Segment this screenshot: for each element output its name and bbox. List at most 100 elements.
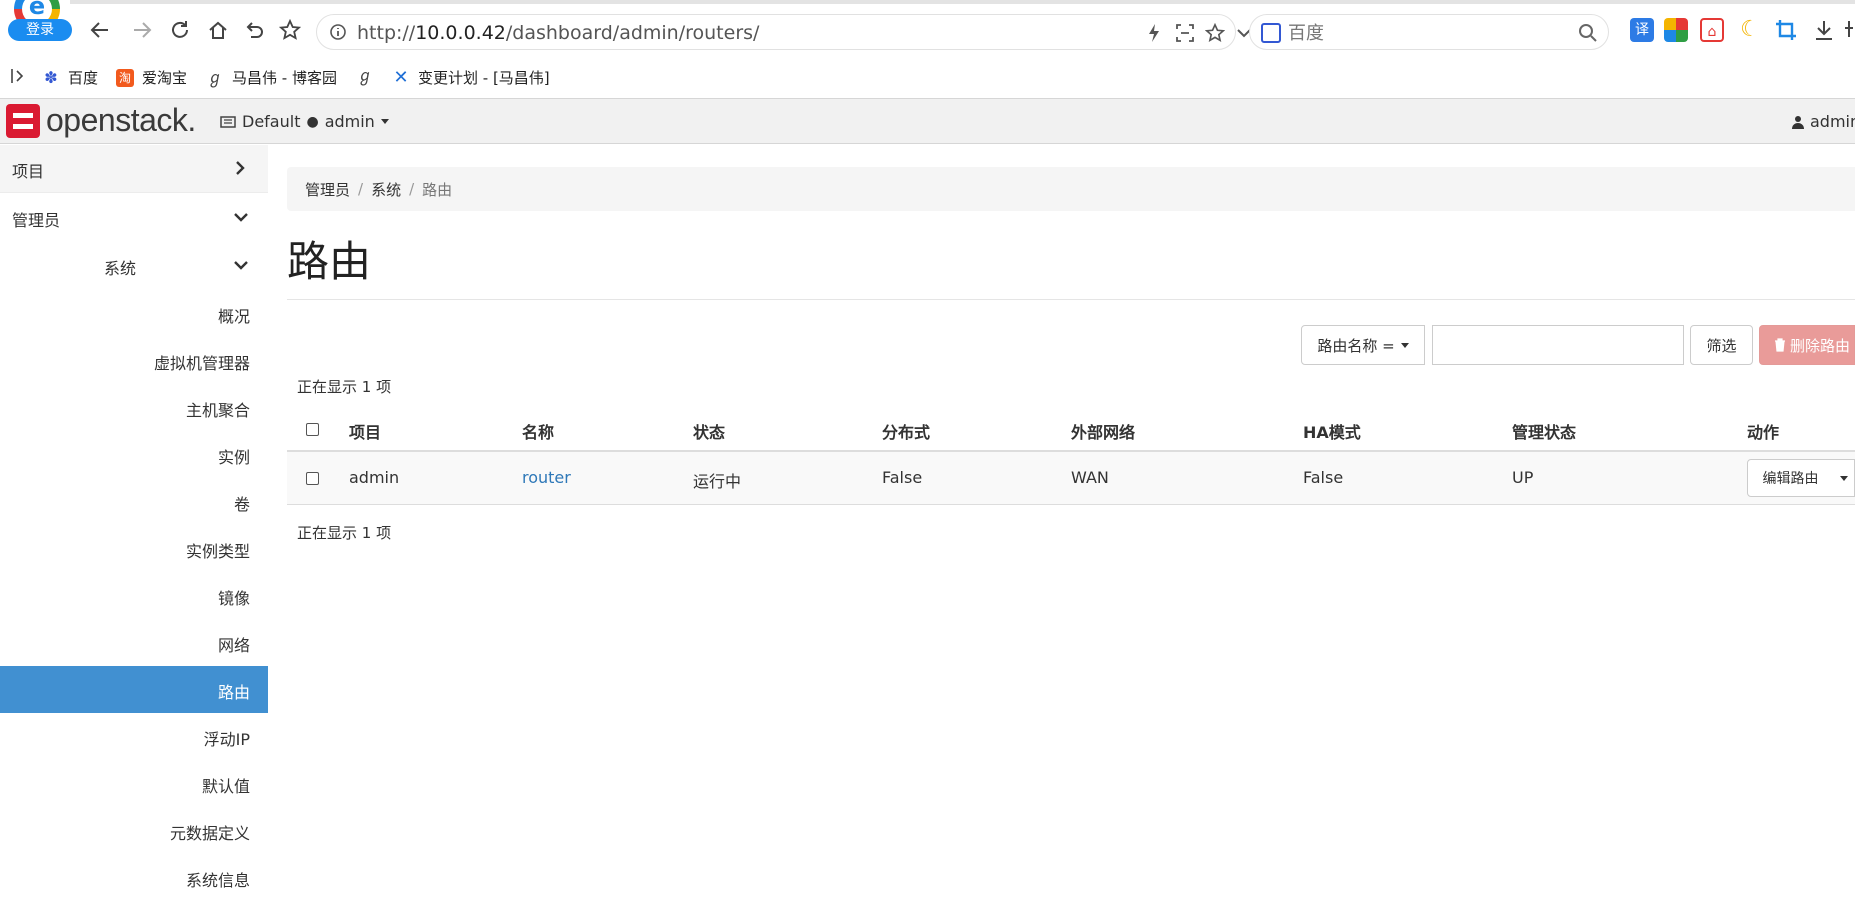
more-glyph (1845, 21, 1853, 37)
download-icon[interactable] (1812, 18, 1836, 42)
sidebar-label: 实例类型 (185, 542, 250, 561)
browser-toolbar: e 登录 http://10.0.0.42/dashboard/admin/ro… (0, 0, 1855, 54)
column-header-admin-state[interactable]: 管理状态 (1512, 419, 1576, 443)
forward-arrow-icon (134, 22, 152, 38)
domain-name: Default (242, 112, 301, 131)
sidebar-label: 卷 (233, 495, 250, 514)
confluence-icon: ✕ (392, 66, 410, 88)
sidebar-item-system[interactable]: 系统 (0, 242, 268, 290)
breadcrumb-item-current: 路由 (422, 180, 453, 199)
sidebar-label: 网络 (217, 636, 250, 655)
sidebar-item-images[interactable]: 镜像 (0, 572, 268, 619)
sidebar-item-instances[interactable]: 实例 (0, 431, 268, 478)
more-menu-icon[interactable] (1844, 18, 1855, 42)
home-button[interactable] (204, 16, 232, 44)
sidebar-item-admin[interactable]: 管理员 (0, 194, 268, 242)
login-button[interactable]: 登录 (8, 19, 72, 41)
delete-routers-button[interactable]: 删除路由 (1759, 325, 1855, 365)
crop-glyph (1776, 20, 1796, 40)
project-selector[interactable]: Default ● admin (220, 112, 389, 131)
forward-button[interactable] (128, 16, 156, 44)
sidebar-toggle[interactable] (10, 67, 26, 85)
user-icon (1792, 115, 1804, 129)
bookmark-taobao[interactable]: 淘 爱淘宝 (116, 67, 187, 88)
cell-router-name-link[interactable]: router (522, 468, 571, 487)
undo-icon (246, 22, 263, 38)
delete-label: 删除路由 (1790, 336, 1851, 355)
sidebar-item-flavors[interactable]: 实例类型 (0, 525, 268, 572)
reload-button[interactable] (166, 16, 194, 44)
night-mode-icon[interactable]: ☾ (1738, 18, 1762, 42)
cell-ha-mode: False (1303, 468, 1344, 487)
sidebar-item-system-info[interactable]: 系统信息 (0, 854, 268, 901)
breadcrumb-item-admin[interactable]: 管理员 (305, 179, 350, 200)
apps-grid-icon[interactable] (1664, 18, 1688, 42)
url-protocol: http:// (357, 22, 416, 44)
user-menu[interactable]: admin (1792, 112, 1855, 131)
home-icon (209, 21, 227, 39)
lightning-icon[interactable] (1145, 23, 1163, 43)
column-header-ha-mode[interactable]: HA模式 (1303, 419, 1361, 443)
breadcrumb-item-system[interactable]: 系统 (371, 179, 401, 200)
search-icon[interactable] (1578, 23, 1598, 43)
cell-distributed: False (882, 468, 923, 487)
sidebar-item-host-aggregates[interactable]: 主机聚合 (0, 384, 268, 431)
item-count-bottom: 正在显示 1 项 (297, 524, 392, 542)
sidebar-item-defaults[interactable]: 默认值 (0, 760, 268, 807)
chevron-down-icon (234, 261, 248, 270)
bookmark-baidu[interactable]: ✽ 百度 (42, 67, 98, 88)
crop-icon[interactable] (1774, 18, 1798, 42)
screenshot-icon[interactable] (1175, 23, 1195, 43)
undo-close-tab-button[interactable] (240, 16, 268, 44)
row-actions-dropdown[interactable] (1833, 459, 1855, 497)
pdf-icon[interactable]: ⌂ (1700, 18, 1724, 42)
sidebar-item-hypervisors[interactable]: 虚拟机管理器 (0, 337, 268, 384)
bookmark-cnblogs[interactable]: ℊ 马昌伟 - 博客园 (206, 67, 337, 88)
column-header-external-network[interactable]: 外部网络 (1071, 419, 1135, 443)
bookmark-star-icon[interactable] (1205, 23, 1225, 43)
filter-field-select[interactable]: 路由名称 = (1301, 325, 1425, 365)
translate-icon[interactable]: 译 (1630, 18, 1654, 42)
sidebar-item-overview[interactable]: 概况 (0, 290, 268, 337)
url-text[interactable]: http://10.0.0.42/dashboard/admin/routers… (357, 22, 759, 44)
caret-down-icon (1839, 475, 1848, 481)
sidebar-label: 虚拟机管理器 (153, 354, 250, 373)
sidebar-item-metadata-definitions[interactable]: 元数据定义 (0, 807, 268, 854)
user-name: admin (1810, 112, 1855, 131)
select-all-checkbox[interactable] (306, 423, 319, 436)
sidebar-item-networks[interactable]: 网络 (0, 619, 268, 666)
column-header-distributed[interactable]: 分布式 (882, 419, 930, 443)
sidebar-item-routers[interactable]: 路由 (0, 666, 268, 713)
column-header-status[interactable]: 状态 (693, 419, 725, 443)
cell-admin-state: UP (1512, 468, 1534, 487)
bookmark-label: 马昌伟 - 博客园 (232, 69, 337, 87)
favorite-button[interactable] (276, 16, 304, 44)
cell-project: admin (349, 468, 400, 487)
breadcrumb: 管理员 / 系统 / 路由 (287, 167, 1855, 211)
filter-input[interactable] (1432, 325, 1684, 365)
dot-separator-icon: ● (306, 113, 319, 130)
filter-button[interactable]: 筛选 (1690, 325, 1753, 365)
baidu-paw-icon: ✽ (42, 68, 60, 87)
search-input[interactable] (1286, 21, 1556, 45)
openstack-logo[interactable]: openstack. (6, 102, 196, 139)
back-button[interactable] (86, 16, 114, 44)
sidebar-label: 概况 (217, 307, 250, 326)
edit-router-button[interactable]: 编辑路由 (1747, 459, 1834, 497)
bookmark-label: 百度 (68, 69, 99, 87)
column-header-name[interactable]: 名称 (522, 419, 554, 443)
sidebar-item-volumes[interactable]: 卷 (0, 478, 268, 525)
chevron-right-icon (236, 161, 245, 175)
column-header-project[interactable]: 项目 (349, 419, 381, 443)
address-bar[interactable]: http://10.0.0.42/dashboard/admin/routers… (316, 14, 1251, 50)
sidebar-item-floating-ips[interactable]: 浮动IP (0, 713, 268, 760)
bookmark-cnblogs-2[interactable]: ℊ (356, 67, 374, 85)
sidebar-label: 系统信息 (185, 871, 250, 890)
sidebar-item-project[interactable]: 项目 (0, 145, 268, 193)
bookmark-confluence[interactable]: ✕ 变更计划 - [马昌伟] (392, 67, 550, 88)
search-bar[interactable] (1249, 14, 1609, 50)
page-title: 路由 (287, 237, 372, 286)
row-checkbox[interactable] (306, 472, 319, 485)
site-info-icon[interactable] (329, 23, 347, 41)
sidebar-label: 主机聚合 (185, 401, 250, 420)
